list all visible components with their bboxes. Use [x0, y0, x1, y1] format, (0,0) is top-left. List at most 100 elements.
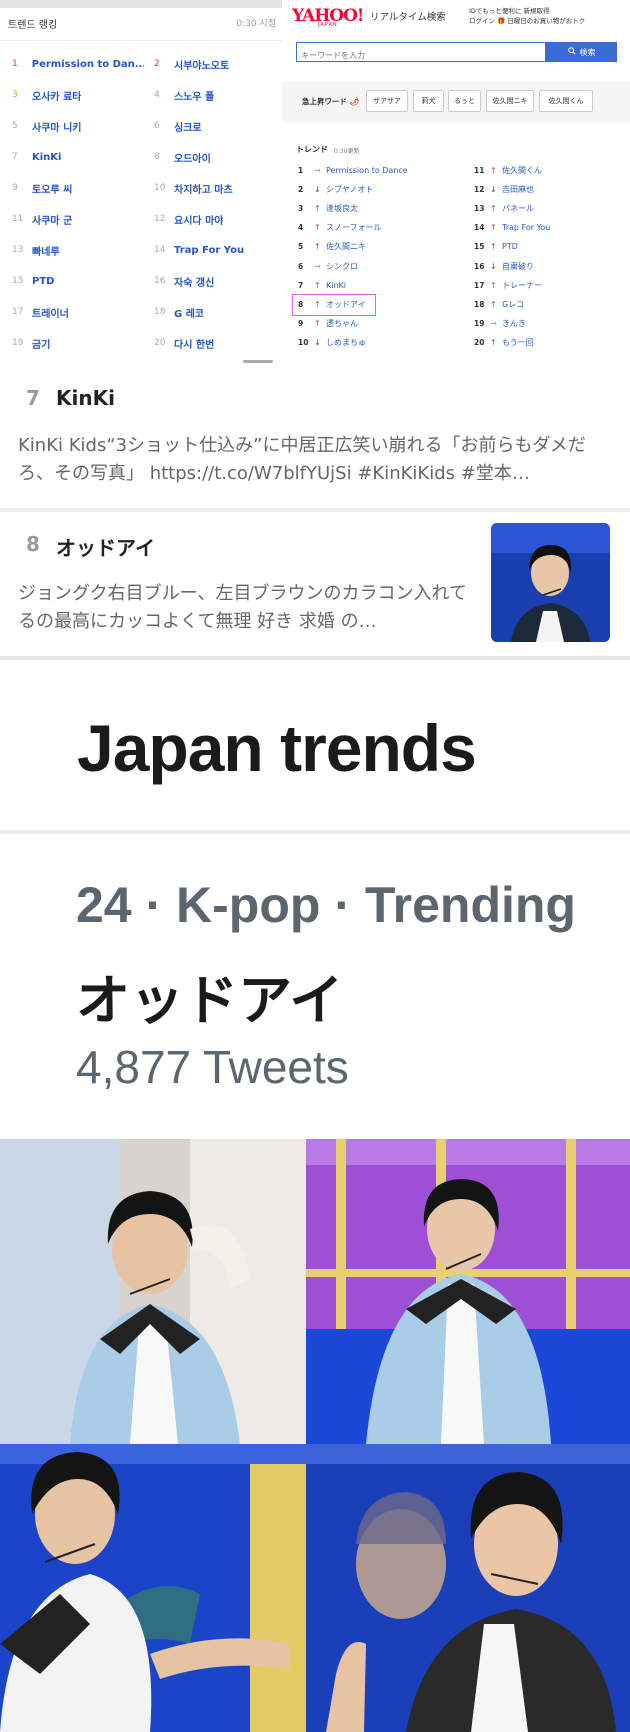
ranking-number: 2: [154, 59, 160, 69]
trend-item[interactable]: 14 ↑ Trap For You: [474, 222, 550, 234]
search-box[interactable]: [296, 42, 546, 65]
rising-word-chip[interactable]: 佐久間くん: [539, 90, 593, 112]
arrow-up-icon: ↑: [490, 242, 497, 252]
ranking-item[interactable]: 9 토오루 씨: [12, 181, 144, 196]
card-thumbnail[interactable]: [491, 523, 610, 642]
ranking-label: 오사카 료타: [32, 91, 82, 103]
trend-item[interactable]: 1 → Permission to Dance: [298, 164, 408, 176]
trend-item[interactable]: 4 ↑ スノーフォール: [298, 222, 382, 234]
trend-text: KinKi: [326, 280, 347, 290]
ranking-item[interactable]: 11 사쿠마 군: [12, 212, 144, 227]
trend-rank: 15: [474, 242, 485, 252]
rising-word-chip[interactable]: 佐久間ニキ: [486, 90, 534, 112]
trend-rank: 6: [298, 261, 304, 271]
realtime-search-title: リアルタイム検索: [370, 12, 446, 23]
trend-item[interactable]: 9 ↑ 透ちゃん: [298, 318, 358, 330]
trend-item[interactable]: 10 ↓ しめまちゅ: [298, 337, 366, 349]
trend-time: 0:30更新: [334, 148, 360, 155]
rising-word-chip[interactable]: ザアザア: [366, 90, 408, 112]
trend-item[interactable]: 5 ↑ 佐久間ニキ: [298, 241, 366, 253]
trend-item[interactable]: 15 ↑ PTD: [474, 241, 518, 253]
search-button[interactable]: 検索: [546, 42, 617, 62]
photo-bottom-left[interactable]: [0, 1444, 306, 1732]
trend-item[interactable]: 3 ↑ 逢坂良太: [298, 202, 358, 214]
ranking-number: 5: [12, 121, 18, 131]
trend-rank: 3: [298, 203, 304, 213]
ranking-item[interactable]: 3 오사카 료타: [12, 88, 144, 103]
ranking-item[interactable]: 14 Trap For You: [154, 243, 278, 257]
ranking-number: 11: [12, 214, 24, 224]
photo-top-right[interactable]: [306, 1139, 630, 1444]
ranking-item[interactable]: 20 다시 한번: [154, 336, 278, 351]
card-title[interactable]: KinKi: [56, 386, 115, 410]
trend-item[interactable]: 7 ↑ KinKi: [298, 279, 346, 291]
arrow-up-icon: ↑: [490, 338, 497, 348]
ranking-label: 오드아이: [174, 153, 211, 165]
ranking-item[interactable]: 8 오드아이: [154, 150, 278, 165]
ranking-number: 16: [154, 276, 166, 286]
highlight-box: [292, 294, 376, 316]
scroll-indicator[interactable]: [243, 360, 273, 363]
ranking-label: Permission to Dan...: [31, 58, 144, 70]
trend-item[interactable]: 6 → シンクロ: [298, 260, 358, 272]
rising-word-chip[interactable]: るぅと: [448, 90, 481, 112]
ranking-label: 사쿠마 니키: [32, 122, 82, 134]
arrow-up-icon: ↑: [314, 280, 321, 290]
trend-item[interactable]: 11 ↑ 佐久間くん: [474, 164, 542, 176]
trend-item[interactable]: 20 ↑ もう一回: [474, 337, 534, 349]
promo-line[interactable]: IDでもっと便利に 新規取得: [469, 5, 550, 15]
trend-rank: 4: [298, 223, 304, 233]
trend-rank: 19: [474, 319, 485, 329]
ranking-item[interactable]: 5 사쿠마 니키: [12, 119, 144, 134]
trend-label: トレンド: [296, 145, 328, 154]
card-title[interactable]: オッドアイ: [56, 532, 155, 561]
trend-text: もう一回: [502, 338, 534, 348]
arrow-up-icon: ↑: [490, 223, 497, 233]
trend-item[interactable]: 2 ↓ シブヤノオト: [298, 183, 373, 195]
ranking-item[interactable]: 6 싱크로: [154, 119, 278, 134]
trend-text: シンクロ: [326, 261, 358, 271]
search-button-label: 検索: [579, 47, 596, 57]
ranking-item[interactable]: 16 자숙 갱신: [154, 274, 278, 289]
arrow-up-icon: ↑: [314, 203, 321, 213]
trend-item[interactable]: 13 ↑ パネール: [474, 202, 534, 214]
ranking-item[interactable]: 17 트레이너: [12, 305, 144, 320]
trend-text: 佐久間ニキ: [326, 242, 366, 252]
trend-item[interactable]: 12 ↓ 吉田麻也: [474, 183, 534, 195]
ranking-time: 0:30 시점: [236, 19, 276, 29]
promo-line[interactable]: ログイン 🎁 日曜日のお買い物がおトク: [469, 15, 585, 25]
ranking-item[interactable]: 15 PTD: [12, 274, 144, 288]
ranking-item[interactable]: 19 금기: [12, 336, 144, 351]
trend-rank: 7: [298, 280, 304, 290]
ranking-label: 다시 한번: [174, 339, 215, 351]
ranking-title: 트렌드 랭킹: [8, 20, 58, 31]
ranking-item[interactable]: 2 시부야노오토: [154, 57, 278, 72]
ranking-item[interactable]: 12 요시다 마야: [154, 212, 278, 227]
trend-item[interactable]: 19 → きんき: [474, 318, 526, 330]
search-input[interactable]: [297, 46, 545, 65]
photo-top-left[interactable]: [0, 1139, 306, 1444]
divider: [0, 830, 630, 834]
yahoo-logo-sub: JAPAN: [318, 22, 338, 28]
ranking-item[interactable]: 7 KinKi: [12, 150, 144, 164]
ranking-label: 트레이너: [32, 308, 69, 320]
ranking-item[interactable]: 13 빠네루: [12, 243, 144, 258]
trend-rank: 10: [298, 338, 309, 348]
trend-rank: 12: [474, 184, 485, 194]
trend-text: しめまちゅ: [326, 338, 366, 348]
ranking-item[interactable]: 18 G 레코: [154, 305, 278, 320]
ranking-item[interactable]: 1 Permission to Dan...: [12, 57, 144, 71]
arrow-down-icon: ↓: [314, 184, 321, 194]
ranking-item[interactable]: 4 스노우 폴: [154, 88, 278, 103]
photo-bottom-right[interactable]: [306, 1444, 630, 1732]
fire-icon: 🌶: [349, 97, 360, 106]
trend-text: Permission to Dance: [326, 165, 408, 175]
trend-name[interactable]: オッドアイ: [76, 956, 343, 1035]
ranking-item[interactable]: 10 차지하고 마츠: [154, 181, 278, 196]
trend-item[interactable]: 16 ↓ 自粛破り: [474, 260, 534, 272]
rising-word-chip[interactable]: 莉犬: [413, 90, 444, 112]
trend-item[interactable]: 18 ↑ Gレコ: [474, 298, 524, 310]
ranking-label: 요시다 마야: [174, 215, 224, 227]
card-snippet: ジョングク右目ブルー、左目ブラウンのカラコン入れてるの最高にカッコよくて無理 好…: [18, 583, 467, 632]
trend-item[interactable]: 17 ↑ トレーナー: [474, 279, 542, 291]
